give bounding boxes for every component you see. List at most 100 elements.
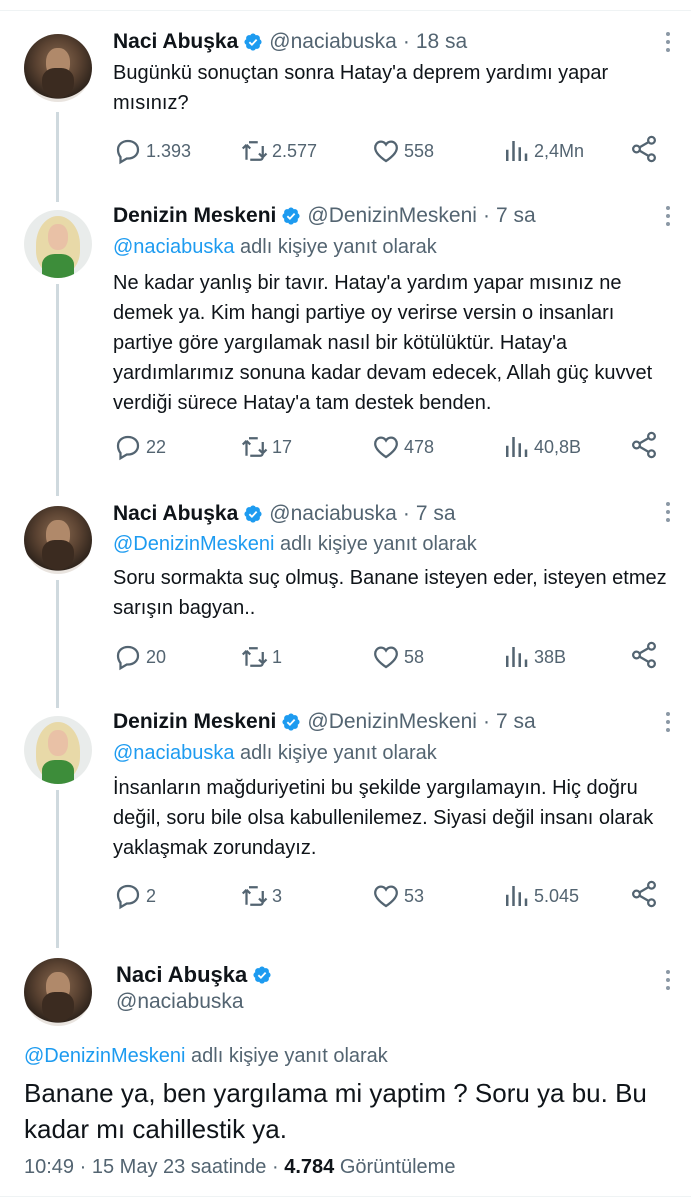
- reply-button[interactable]: 2: [113, 879, 156, 913]
- main-tweet-text: Banane ya, ben yargılama mi yaptim ? Sor…: [24, 1078, 647, 1144]
- like-button[interactable]: 558: [371, 134, 434, 168]
- views-icon: [501, 432, 531, 462]
- reply-count: 22: [146, 436, 167, 457]
- views-icon: [501, 881, 531, 911]
- user-handle[interactable]: @naciabuska: [116, 990, 244, 1014]
- views-button[interactable]: 5.045: [501, 879, 579, 913]
- retweet-button[interactable]: 2.577: [239, 134, 317, 168]
- like-button[interactable]: 478: [371, 430, 434, 464]
- like-count: 53: [404, 885, 425, 906]
- view-count: 2,4Mn: [534, 140, 585, 161]
- reply-count: 20: [146, 646, 167, 667]
- bottom-divider: [0, 1196, 691, 1197]
- avatar[interactable]: [24, 210, 92, 278]
- like-count: 58: [404, 646, 425, 667]
- more-icon[interactable]: [665, 502, 671, 526]
- share-icon: [629, 134, 659, 164]
- share-button[interactable]: [629, 430, 659, 465]
- display-name[interactable]: Naci Abuşka: [113, 30, 238, 54]
- share-button[interactable]: [629, 134, 659, 169]
- tweet[interactable]: Naci Abuşka @naciabuska · 18 sa Bugünkü …: [0, 0, 691, 200]
- user-handle[interactable]: @naciabuska: [269, 30, 397, 54]
- tweet-time[interactable]: 10:49: [24, 1156, 74, 1178]
- share-icon: [629, 430, 659, 460]
- tweet-header: Naci Abuşka @naciabuska · 18 sa: [113, 30, 467, 54]
- thread-line: [56, 284, 59, 496]
- retweet-button[interactable]: 1: [239, 640, 282, 674]
- reply-icon: [113, 881, 143, 911]
- reply-context: @DenizinMeskeni adlı kişiye yanıt olarak: [24, 1045, 388, 1068]
- reply-to-label: adlı kişiye yanıt olarak: [280, 533, 477, 555]
- views-button[interactable]: 2,4Mn: [501, 134, 584, 168]
- display-name[interactable]: Denizin Meskeni: [113, 204, 276, 228]
- reply-to-label: adlı kişiye yanıt olarak: [240, 236, 437, 258]
- retweet-button[interactable]: 3: [239, 879, 282, 913]
- reply-icon: [113, 136, 143, 166]
- user-handle[interactable]: @naciabuska: [269, 502, 397, 526]
- reply-to-label: adlı kişiye yanıt olarak: [191, 1045, 388, 1067]
- reply-count: 2: [146, 885, 157, 906]
- views-button[interactable]: 38B: [501, 640, 566, 674]
- like-button[interactable]: 53: [371, 879, 424, 913]
- reply-to-link[interactable]: @naciabuska: [113, 742, 234, 764]
- timestamp[interactable]: 7 sa: [496, 204, 536, 228]
- like-button[interactable]: 58: [371, 640, 424, 674]
- display-name[interactable]: Naci Abuşka: [113, 502, 238, 526]
- share-button[interactable]: [629, 879, 659, 914]
- retweet-button[interactable]: 17: [239, 430, 292, 464]
- reply-button[interactable]: 1.393: [113, 134, 191, 168]
- tweet-header: Naci Abuşka @naciabuska · 7 sa: [113, 502, 456, 526]
- display-name[interactable]: Naci Abuşka: [116, 962, 247, 988]
- retweet-count: 2.577: [272, 140, 318, 161]
- reply-to-link[interactable]: @DenizinMeskeni: [24, 1045, 185, 1067]
- user-handle[interactable]: @DenizinMeskeni: [307, 710, 477, 734]
- action-bar: 22 17 478 40,8B: [113, 430, 663, 464]
- action-bar: 1.393 2.577 558 2,4Mn: [113, 134, 663, 168]
- reply-icon: [113, 432, 143, 462]
- reply-to-link[interactable]: @naciabuska: [113, 236, 234, 258]
- more-icon[interactable]: [665, 32, 671, 56]
- tweet-date[interactable]: 15 May 23 saatinde: [92, 1156, 267, 1178]
- reply-button[interactable]: 22: [113, 430, 166, 464]
- user-handle[interactable]: @DenizinMeskeni: [307, 204, 477, 228]
- view-count: 5.045: [534, 885, 580, 906]
- heart-icon: [371, 881, 401, 911]
- retweet-count: 3: [272, 885, 283, 906]
- avatar[interactable]: [24, 34, 92, 102]
- verified-badge-icon: [243, 32, 263, 52]
- heart-icon: [371, 136, 401, 166]
- like-count: 558: [404, 140, 435, 161]
- thread-line: [56, 790, 59, 948]
- more-icon[interactable]: [665, 712, 671, 736]
- avatar[interactable]: [24, 958, 92, 1026]
- separator: ·: [402, 502, 410, 525]
- display-name[interactable]: Denizin Meskeni: [113, 710, 276, 734]
- reply-context: @naciabuska adlı kişiye yanıt olarak: [113, 236, 437, 259]
- tweet-header: Denizin Meskeni @DenizinMeskeni · 7 sa: [113, 710, 536, 734]
- reply-count: 1.393: [146, 140, 192, 161]
- main-tweet-header: Naci Abuşka: [116, 962, 278, 988]
- thread-line: [56, 580, 59, 708]
- reply-context: @naciabuska adlı kişiye yanıt olarak: [113, 742, 437, 765]
- timestamp[interactable]: 7 sa: [416, 502, 456, 526]
- retweet-icon: [239, 881, 269, 911]
- share-button[interactable]: [629, 640, 659, 675]
- views-icon: [501, 136, 531, 166]
- avatar[interactable]: [24, 506, 92, 574]
- action-bar: 20 1 58 38B: [113, 640, 663, 674]
- reply-to-link[interactable]: @DenizinMeskeni: [113, 533, 274, 555]
- like-count: 478: [404, 436, 435, 457]
- timestamp[interactable]: 7 sa: [496, 710, 536, 734]
- more-icon[interactable]: [665, 970, 671, 994]
- tweet-text: Soru sormakta suç olmuş. Banane isteyen …: [113, 567, 667, 619]
- timestamp[interactable]: 18 sa: [416, 30, 467, 54]
- reply-context: @DenizinMeskeni adlı kişiye yanıt olarak: [113, 533, 477, 556]
- verified-badge-icon: [252, 965, 272, 985]
- avatar[interactable]: [24, 716, 92, 784]
- share-icon: [629, 879, 659, 909]
- reply-to-label: adlı kişiye yanıt olarak: [240, 742, 437, 764]
- views-button[interactable]: 40,8B: [501, 430, 581, 464]
- tweet-text: İnsanların mağduriyetini bu şekilde yarg…: [113, 777, 654, 859]
- reply-button[interactable]: 20: [113, 640, 166, 674]
- more-icon[interactable]: [665, 206, 671, 230]
